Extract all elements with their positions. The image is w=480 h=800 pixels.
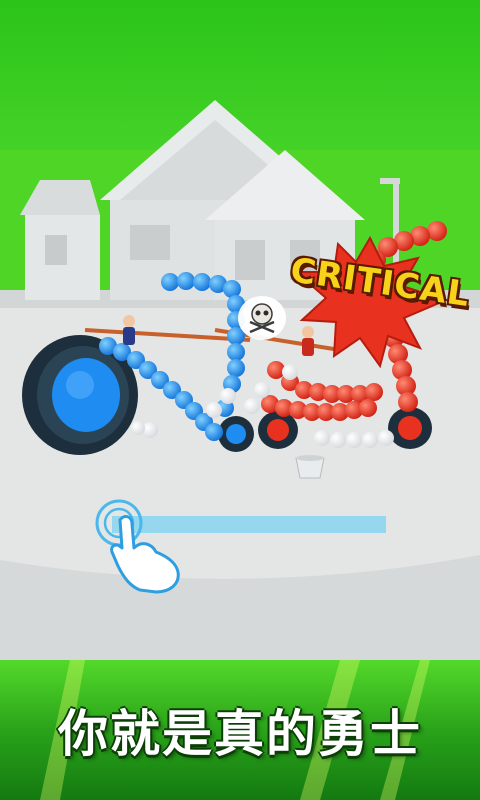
enemy-driver bbox=[302, 326, 314, 356]
skull-crossbones-icon bbox=[238, 296, 286, 340]
player-small-wheel bbox=[218, 416, 254, 452]
draw-guide-line bbox=[112, 516, 386, 533]
bucket bbox=[295, 455, 325, 479]
player-driver bbox=[123, 315, 135, 345]
banner-slogan: 你就是真的勇士 bbox=[58, 705, 422, 763]
game-scene[interactable] bbox=[0, 0, 480, 800]
enemy-wheel-right bbox=[388, 407, 432, 449]
